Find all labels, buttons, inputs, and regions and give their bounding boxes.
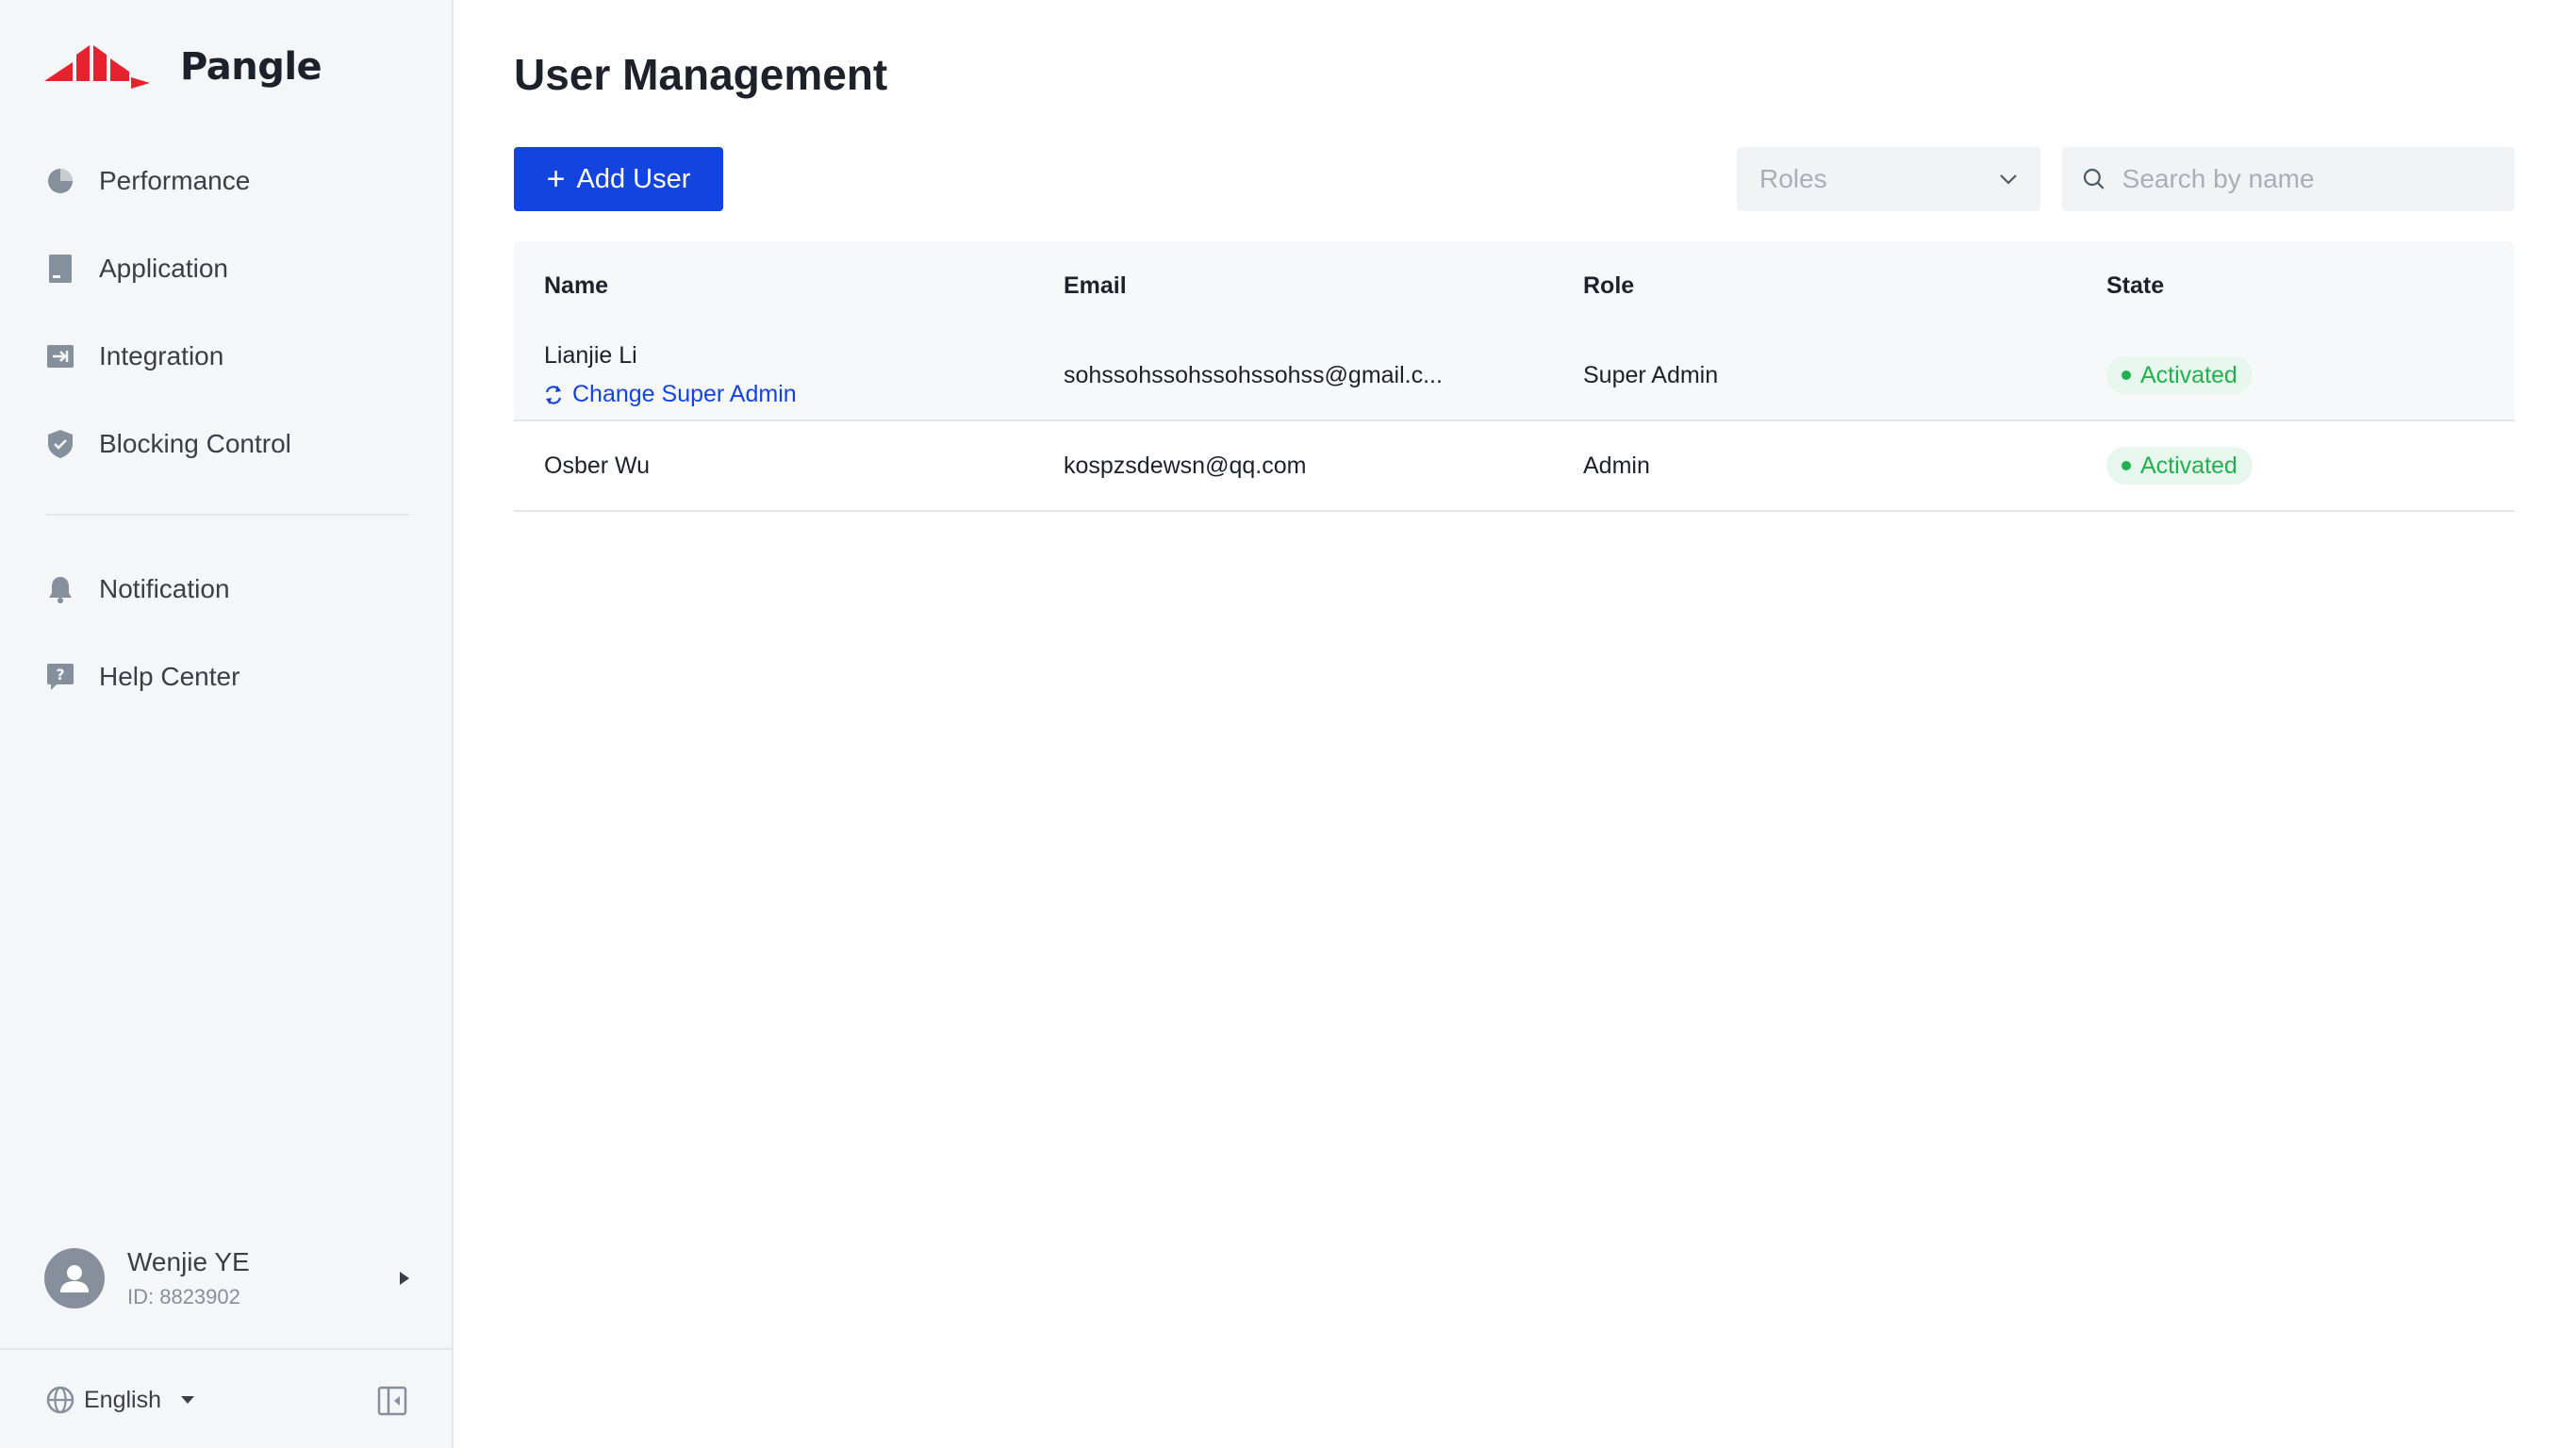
sidebar-item-label: Notification: [99, 573, 230, 603]
nav-divider: [46, 514, 409, 516]
document-icon: [46, 254, 74, 283]
add-user-label: Add User: [576, 163, 691, 194]
state-cell: Activated: [2106, 447, 2253, 485]
search-icon: [2083, 169, 2105, 189]
users-table: Name Email Role State Lianjie Li Change …: [514, 241, 2515, 512]
sidebar-item-label: Performance: [99, 165, 251, 195]
caret-down-icon: [181, 1396, 194, 1404]
logo-text: Pangle: [180, 45, 322, 89]
column-header-email[interactable]: Email: [1064, 272, 1127, 300]
sidebar-item-label: Integration: [99, 340, 224, 370]
user-name-text: Lianjie Li: [544, 342, 637, 369]
search-input[interactable]: [2122, 164, 2494, 194]
search-box: [2062, 147, 2515, 211]
main-content: User Management + Add User Roles Name Em…: [454, 0, 2576, 1448]
change-super-admin-link[interactable]: Change Super Admin: [544, 381, 797, 408]
sidebar-item-performance[interactable]: Performance: [0, 137, 452, 224]
status-badge: Activated: [2106, 447, 2253, 485]
status-badge-label: Activated: [2140, 361, 2237, 388]
plus-icon: +: [546, 161, 566, 197]
secondary-nav: Notification ? Help Center: [0, 545, 452, 720]
sidebar-footer: English: [0, 1348, 452, 1448]
globe-icon: [46, 1386, 74, 1414]
help-icon: ?: [46, 663, 74, 691]
status-badge-label: Activated: [2140, 452, 2237, 479]
sidebar-item-label: Help Center: [99, 661, 240, 691]
pangle-logo[interactable]: Pangle: [44, 43, 322, 90]
user-name-text: Osber Wu: [544, 452, 651, 479]
page-title: User Management: [514, 50, 888, 99]
collapse-sidebar-icon[interactable]: [377, 1386, 407, 1416]
caret-right-icon[interactable]: [397, 1269, 412, 1288]
user-name: Wenjie YE: [127, 1247, 250, 1276]
sidebar-item-blocking-control[interactable]: Blocking Control: [0, 400, 452, 487]
table-row[interactable]: Osber Wu kospzsdewsn@qq.com Admin Activa…: [514, 421, 2515, 512]
role-cell: Super Admin: [1583, 361, 1719, 388]
sidebar-item-application[interactable]: Application: [0, 224, 452, 312]
table-header: Name Email Role State: [514, 241, 2515, 331]
language-label: English: [84, 1386, 161, 1413]
swap-icon: [545, 385, 562, 404]
sidebar-item-integration[interactable]: Integration: [0, 312, 452, 400]
integration-icon: [46, 342, 74, 370]
role-cell: Admin: [1583, 452, 1650, 479]
sidebar-item-label: Application: [99, 253, 228, 283]
sidebar-item-notification[interactable]: Notification: [0, 545, 452, 633]
language-selector[interactable]: English: [46, 1386, 195, 1414]
primary-nav: Performance Application Integration Bloc…: [0, 137, 452, 487]
column-header-state[interactable]: State: [2106, 272, 2164, 300]
bell-icon: [46, 575, 74, 603]
user-profile[interactable]: Wenjie YE ID: 8823902: [44, 1244, 412, 1312]
table-row[interactable]: Lianjie Li Change Super Admin sohssohsso…: [514, 331, 2515, 421]
status-dot: [2122, 370, 2131, 380]
roles-select-value: Roles: [1759, 164, 1827, 193]
sidebar-item-label: Blocking Control: [99, 428, 291, 458]
chevron-down-icon: [2000, 174, 2017, 185]
sidebar: Pangle Performance Application Integrati…: [0, 0, 454, 1448]
column-header-role[interactable]: Role: [1583, 272, 1634, 300]
svg-text:?: ?: [56, 666, 64, 683]
status-dot: [2122, 461, 2131, 470]
email-cell: kospzsdewsn@qq.com: [1064, 452, 1307, 479]
user-id: ID: 8823902: [127, 1285, 240, 1308]
change-super-admin-label: Change Super Admin: [572, 381, 797, 407]
state-cell: Activated: [2106, 356, 2253, 394]
roles-select[interactable]: Roles: [1737, 147, 2040, 211]
column-header-name[interactable]: Name: [544, 272, 608, 300]
shield-icon: [46, 429, 74, 458]
user-info: Wenjie YE ID: 8823902: [127, 1247, 397, 1309]
add-user-button[interactable]: + Add User: [514, 147, 723, 211]
pie-chart-icon: [46, 167, 74, 195]
name-cell: Lianjie Li Change Super Admin: [544, 342, 797, 408]
pangle-logo-icon: [44, 45, 150, 89]
avatar: [44, 1248, 105, 1308]
email-cell: sohssohssohssohssohss@gmail.c...: [1064, 361, 1443, 388]
status-badge: Activated: [2106, 356, 2253, 394]
user-icon: [60, 1265, 89, 1292]
sidebar-item-help-center[interactable]: ? Help Center: [0, 633, 452, 720]
